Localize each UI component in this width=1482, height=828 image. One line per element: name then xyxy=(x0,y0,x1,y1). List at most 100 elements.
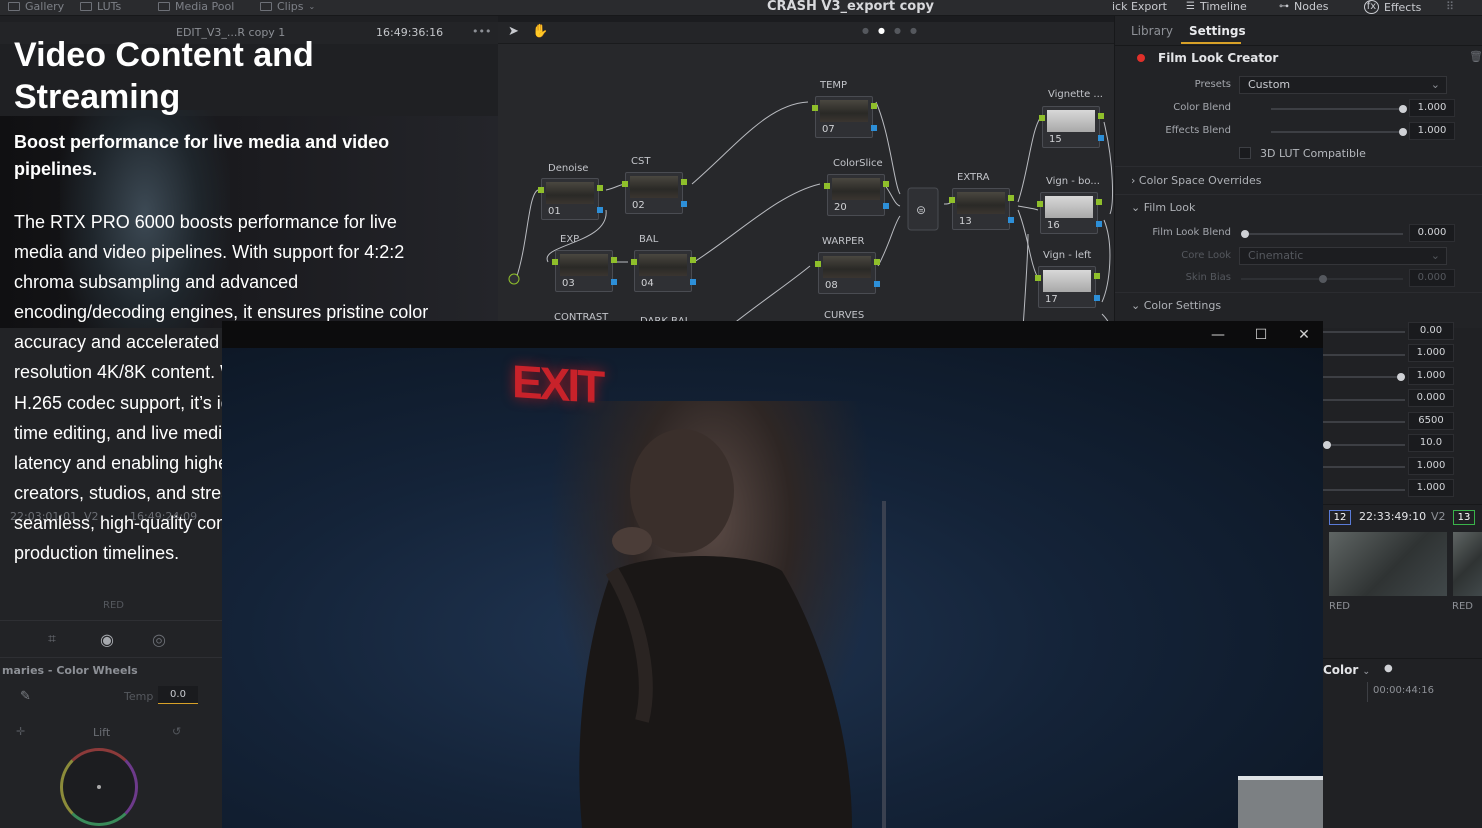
node-key-port[interactable] xyxy=(883,203,889,209)
node-cst[interactable]: 02 xyxy=(622,172,687,214)
node-bal[interactable]: 04 xyxy=(631,250,696,292)
color-setting-field[interactable]: 6500 xyxy=(1408,412,1454,430)
slider-knob[interactable] xyxy=(1399,105,1407,113)
media-pool-button[interactable]: Media Pool xyxy=(158,0,234,13)
node-output-port[interactable] xyxy=(681,179,687,185)
node-output-port[interactable] xyxy=(871,103,877,109)
color-setting-field[interactable]: 1.000 xyxy=(1408,479,1454,497)
tab-library[interactable]: Library xyxy=(1131,24,1173,38)
color-setting-slider[interactable] xyxy=(1323,354,1405,356)
node-output-port[interactable] xyxy=(611,257,617,263)
node-key-port[interactable] xyxy=(1094,295,1100,301)
temp-field[interactable]: 0.0 xyxy=(158,686,198,704)
slider-knob[interactable] xyxy=(1241,230,1249,238)
hdr-icon[interactable]: ◎ xyxy=(152,630,166,649)
node-output-port[interactable] xyxy=(874,259,880,265)
node-key-port[interactable] xyxy=(1008,217,1014,223)
reset-icon[interactable]: ↺ xyxy=(172,725,181,738)
node-input-port[interactable] xyxy=(812,105,818,111)
node-input-port[interactable] xyxy=(622,181,628,187)
film-look-section[interactable]: ⌄ Film Look xyxy=(1131,201,1195,214)
clips-button[interactable]: Clips ⌄ xyxy=(260,0,315,13)
grid-icon[interactable]: ⠿ xyxy=(1446,0,1454,13)
timeline-button[interactable]: ☰ Timeline xyxy=(1186,0,1247,13)
node-input-port[interactable] xyxy=(552,259,558,265)
node-key-port[interactable] xyxy=(871,125,877,131)
maximize-button[interactable]: ☐ xyxy=(1252,326,1270,344)
core-look-dropdown[interactable]: Cinematic ⌄ xyxy=(1239,247,1447,265)
clip-thumbnail[interactable] xyxy=(1329,532,1447,596)
node-input-port[interactable] xyxy=(824,183,830,189)
minimize-button[interactable]: — xyxy=(1209,326,1227,344)
effects-button[interactable]: fx Effects xyxy=(1364,0,1421,14)
color-setting-field[interactable]: 0.000 xyxy=(1408,389,1454,407)
node-input-port[interactable] xyxy=(538,187,544,193)
close-button[interactable]: ✕ xyxy=(1295,326,1313,344)
color-setting-slider[interactable] xyxy=(1323,399,1405,401)
color-menu[interactable]: Color ⌄ xyxy=(1323,663,1370,677)
node-vignette[interactable]: 15 xyxy=(1039,106,1104,148)
node-input-port[interactable] xyxy=(1039,115,1045,121)
color-setting-field[interactable]: 1.000 xyxy=(1408,457,1454,475)
color-setting-field[interactable]: 10.0 xyxy=(1408,434,1454,452)
node-vign-bottom[interactable]: 16 xyxy=(1037,192,1102,234)
effects-blend-field[interactable]: 1.000 xyxy=(1409,122,1455,140)
quick-export-button[interactable]: ick Export xyxy=(1112,0,1167,13)
clip-number-badge[interactable]: 12 xyxy=(1329,510,1351,525)
page-dot[interactable]: ● xyxy=(862,26,869,35)
slider-knob[interactable] xyxy=(1397,373,1405,381)
skin-bias-slider[interactable] xyxy=(1241,275,1403,283)
pointer-icon[interactable]: ➤ xyxy=(508,24,519,39)
clip-number-badge[interactable]: 13 xyxy=(1453,510,1475,525)
node-key-port[interactable] xyxy=(1098,135,1104,141)
skin-bias-field[interactable]: 0.000 xyxy=(1409,269,1455,287)
node-vign-left[interactable]: 17 xyxy=(1035,266,1100,308)
color-space-overrides-section[interactable]: › Color Space Overrides xyxy=(1131,174,1261,187)
tab-settings[interactable]: Settings xyxy=(1189,24,1246,38)
node-input-port[interactable] xyxy=(815,261,821,267)
video-preview-window[interactable]: — ☐ ✕ EXIT xyxy=(222,321,1323,828)
node-colorslice[interactable]: 20 xyxy=(824,174,889,216)
luts-button[interactable]: LUTs xyxy=(80,0,121,13)
node-output-port[interactable] xyxy=(1098,113,1104,119)
color-setting-slider[interactable] xyxy=(1323,466,1405,468)
node-key-port[interactable] xyxy=(611,279,617,285)
color-setting-field[interactable]: 1.000 xyxy=(1408,367,1454,385)
node-extra[interactable]: 13 xyxy=(949,188,1014,230)
gallery-button[interactable]: Gallery xyxy=(8,0,64,13)
node-output-port[interactable] xyxy=(883,181,889,187)
hand-icon[interactable]: ✋ xyxy=(532,24,548,39)
color-setting-field[interactable]: 1.000 xyxy=(1408,344,1454,362)
lift-color-wheel[interactable] xyxy=(60,748,138,826)
clip-thumbnail[interactable] xyxy=(1453,532,1482,596)
lut-checkbox[interactable] xyxy=(1239,147,1251,159)
node-output-port[interactable] xyxy=(1008,195,1014,201)
slider-knob[interactable] xyxy=(1399,128,1407,136)
page-dot[interactable]: ● xyxy=(894,26,901,35)
color-setting-slider[interactable] xyxy=(1323,331,1405,333)
effects-blend-slider[interactable] xyxy=(1271,128,1407,136)
color-setting-slider[interactable] xyxy=(1323,373,1405,381)
node-input-port[interactable] xyxy=(1037,201,1043,207)
node-output-port[interactable] xyxy=(597,185,603,191)
node-warper[interactable]: 08 xyxy=(815,252,880,294)
color-blend-slider[interactable] xyxy=(1271,105,1407,113)
color-wheels-icon[interactable]: ◉ xyxy=(100,630,114,649)
node-input-port[interactable] xyxy=(949,197,955,203)
film-look-blend-slider[interactable] xyxy=(1241,230,1403,238)
node-key-port[interactable] xyxy=(597,207,603,213)
more-options-icon[interactable]: ••• xyxy=(472,25,491,38)
color-blend-field[interactable]: 1.000 xyxy=(1409,99,1455,117)
node-input-port[interactable] xyxy=(1035,275,1041,281)
node-exp[interactable]: 03 xyxy=(552,250,617,292)
slider-knob[interactable] xyxy=(1323,441,1331,449)
color-setting-slider[interactable] xyxy=(1323,441,1405,449)
node-output-port[interactable] xyxy=(1094,273,1100,279)
node-denoise[interactable]: 01 xyxy=(538,178,603,220)
curves-icon[interactable]: ⌗ xyxy=(48,631,56,647)
film-look-blend-field[interactable]: 0.000 xyxy=(1409,224,1455,242)
page-dot[interactable]: ● xyxy=(910,26,917,35)
window-title-bar[interactable]: — ☐ ✕ xyxy=(222,321,1323,348)
presets-dropdown[interactable]: Custom ⌄ xyxy=(1239,76,1447,94)
node-output-port[interactable] xyxy=(690,257,696,263)
